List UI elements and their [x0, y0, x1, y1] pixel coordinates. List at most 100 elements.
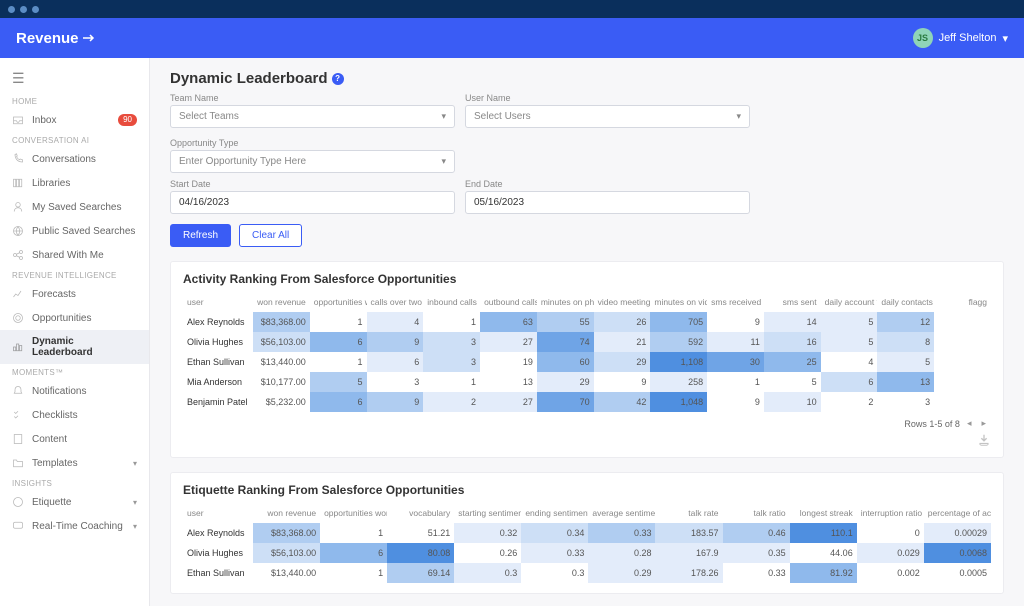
data-cell: 1,108 — [650, 352, 707, 372]
data-cell: 4 — [367, 312, 424, 332]
data-cell: 0 — [857, 523, 924, 543]
chevron-down-icon: ▾ — [133, 498, 137, 507]
sidebar-item-templates[interactable]: Templates▾ — [0, 451, 149, 475]
data-cell: 74 — [537, 332, 594, 352]
column-header[interactable]: calls over two minutes — [367, 292, 424, 312]
download-icon[interactable] — [977, 433, 991, 447]
column-header[interactable]: average sentiment — [588, 503, 655, 523]
filter-row-2: Start Date 04/16/2023 End Date 05/16/202… — [170, 179, 1004, 214]
sidebar-item-shared[interactable]: Shared With Me — [0, 243, 149, 267]
start-date-input[interactable]: 04/16/2023 — [170, 191, 455, 214]
data-cell: 60 — [537, 352, 594, 372]
sidebar-item-dynamic-leaderboard[interactable]: Dynamic Leaderboard — [0, 330, 149, 364]
data-cell: 0.002 — [857, 563, 924, 583]
data-cell: 1 — [320, 523, 387, 543]
etiquette-icon — [12, 496, 24, 508]
column-header[interactable]: inbound calls — [423, 292, 480, 312]
data-cell: $13,440.00 — [253, 352, 310, 372]
column-header[interactable]: user — [183, 503, 253, 523]
chevron-down-icon: ▾ — [441, 111, 446, 122]
etiquette-table: userwon revenueopportunities wonvocabula… — [183, 503, 991, 583]
leaderboard-icon — [12, 341, 24, 353]
data-cell: 6 — [367, 352, 424, 372]
column-header[interactable]: opportunities won — [310, 292, 367, 312]
team-select[interactable]: Select Teams▾ — [170, 105, 455, 128]
user-filter: User Name Select Users▾ — [465, 93, 750, 128]
document-icon — [12, 433, 24, 445]
column-header[interactable]: flagg — [934, 292, 991, 312]
column-header[interactable]: ending sentiment — [521, 503, 588, 523]
column-header[interactable]: minutes on phone — [537, 292, 594, 312]
user-select[interactable]: Select Users▾ — [465, 105, 750, 128]
column-header[interactable]: opportunities won — [320, 503, 387, 523]
column-header[interactable]: longest streak — [790, 503, 857, 523]
sidebar-item-opportunities[interactable]: Opportunities — [0, 306, 149, 330]
sidebar-item-conversations[interactable]: Conversations — [0, 147, 149, 171]
sidebar-section-moments: MOMENTS™ — [0, 364, 149, 379]
column-header[interactable]: sms received — [707, 292, 764, 312]
brand-icon — [83, 33, 97, 43]
user-cell: Olivia Hughes — [183, 543, 253, 563]
column-header[interactable]: sms sent — [764, 292, 821, 312]
share-icon — [12, 249, 24, 261]
column-header[interactable]: starting sentiment — [454, 503, 521, 523]
activity-title: Activity Ranking From Salesforce Opportu… — [183, 272, 991, 286]
activity-footer: Rows 1-5 of 8 ◂ ▸ — [183, 412, 991, 429]
sidebar-section-home: HOME — [0, 93, 149, 108]
info-icon[interactable]: ? — [332, 73, 344, 85]
data-cell: 5 — [877, 352, 934, 372]
pager-prev[interactable]: ◂ — [964, 418, 975, 429]
table-row: Ethan Sullivan$13,440.001631960291,10830… — [183, 352, 991, 372]
data-cell: 0.00029 — [924, 523, 991, 543]
pager-next[interactable]: ▸ — [978, 418, 989, 429]
column-header[interactable]: won revenue — [253, 503, 320, 523]
menu-toggle[interactable]: ☰ — [0, 64, 149, 93]
sidebar-item-my-saved[interactable]: My Saved Searches — [0, 195, 149, 219]
chevron-down-icon: ▾ — [133, 459, 137, 468]
sidebar-item-inbox[interactable]: Inbox 90 — [0, 108, 149, 132]
data-cell: 51.21 — [387, 523, 454, 543]
sidebar-item-libraries[interactable]: Libraries — [0, 171, 149, 195]
data-cell: 6 — [821, 372, 878, 392]
column-header[interactable]: percentage of active listening — [924, 503, 991, 523]
data-cell: 27 — [480, 332, 537, 352]
column-header[interactable]: outbound calls — [480, 292, 537, 312]
checklist-icon — [12, 409, 24, 421]
sidebar: ☰ HOME Inbox 90 CONVERSATION AI Conversa… — [0, 58, 150, 606]
sidebar-item-forecasts[interactable]: Forecasts — [0, 282, 149, 306]
data-cell: 5 — [821, 332, 878, 352]
clear-all-button[interactable]: Clear All — [239, 224, 302, 247]
data-cell: 9 — [594, 372, 651, 392]
refresh-button[interactable]: Refresh — [170, 224, 231, 247]
end-date-input[interactable]: 05/16/2023 — [465, 191, 750, 214]
data-cell: 5 — [764, 372, 821, 392]
column-header[interactable]: won revenue — [253, 292, 310, 312]
user-name: Jeff Shelton — [939, 32, 997, 44]
opportunity-input[interactable]: Enter Opportunity Type Here▾ — [170, 150, 455, 173]
brand-logo: Revenue — [16, 30, 97, 47]
data-cell: 0.33 — [588, 523, 655, 543]
sidebar-item-notifications[interactable]: Notifications — [0, 379, 149, 403]
column-header[interactable]: user — [183, 292, 253, 312]
sidebar-item-content[interactable]: Content — [0, 427, 149, 451]
column-header[interactable]: daily account touched — [821, 292, 878, 312]
column-header[interactable]: minutes on video — [650, 292, 707, 312]
activity-ranking-card: Activity Ranking From Salesforce Opportu… — [170, 261, 1004, 458]
column-header[interactable]: video meetings — [594, 292, 651, 312]
column-header[interactable]: daily contacts touched — [877, 292, 934, 312]
column-header[interactable]: vocabulary — [387, 503, 454, 523]
column-header[interactable]: interruption ratio — [857, 503, 924, 523]
sidebar-item-realtime[interactable]: Real-Time Coaching▾ — [0, 514, 149, 538]
data-cell: 0.35 — [723, 543, 790, 563]
column-header[interactable]: talk ratio — [723, 503, 790, 523]
user-cell: Ethan Sullivan — [183, 352, 253, 372]
sidebar-item-etiquette[interactable]: Etiquette▾ — [0, 490, 149, 514]
sidebar-item-checklists[interactable]: Checklists — [0, 403, 149, 427]
data-cell: 0.34 — [521, 523, 588, 543]
sidebar-item-public-saved[interactable]: Public Saved Searches — [0, 219, 149, 243]
user-menu[interactable]: JS Jeff Shelton ▾ — [913, 28, 1008, 48]
data-cell: 1 — [423, 372, 480, 392]
column-header[interactable]: talk rate — [655, 503, 722, 523]
etiquette-ranking-card: Etiquette Ranking From Salesforce Opport… — [170, 472, 1004, 594]
chart-line-icon — [12, 288, 24, 300]
